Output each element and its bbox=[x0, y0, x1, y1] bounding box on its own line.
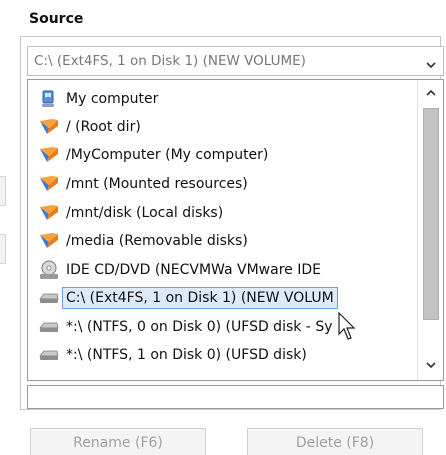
left-edge-control-1[interactable] bbox=[0, 176, 6, 206]
list-item-label: *:\ (NTFS, 1 on Disk 0) (UFSD disk) bbox=[66, 347, 307, 363]
cd-drive-icon bbox=[38, 259, 60, 281]
path-status-box bbox=[27, 385, 444, 409]
source-title: Source bbox=[29, 11, 84, 27]
dialog-root: Source C:\ (Ext4FS, 1 on Disk 1) (NEW VO… bbox=[0, 0, 446, 455]
source-combo-value: C:\ (Ext4FS, 1 on Disk 1) (NEW VOLUME) bbox=[34, 53, 306, 69]
list-item-ntfs-0[interactable]: *:\ (NTFS, 0 on Disk 0) (UFSD disk - Sy bbox=[38, 314, 333, 340]
list-scrollbar[interactable] bbox=[417, 80, 443, 380]
list-item-label: *:\ (NTFS, 0 on Disk 0) (UFSD disk - Sy bbox=[66, 319, 333, 335]
list-item-label: /mnt/disk (Local disks) bbox=[66, 205, 224, 221]
computer-icon bbox=[38, 88, 60, 110]
left-edge-control-2[interactable] bbox=[0, 234, 6, 264]
hard-drive-icon bbox=[38, 316, 60, 338]
list-item-c-drive[interactable]: C:\ (Ext4FS, 1 on Disk 1) (NEW VOLUM bbox=[38, 285, 338, 311]
list-item-label: /mnt (Mounted resources) bbox=[66, 176, 248, 192]
folder-linux-icon bbox=[38, 144, 60, 166]
list-item-label: My computer bbox=[66, 91, 159, 107]
hard-drive-icon bbox=[38, 287, 60, 309]
hard-drive-icon bbox=[38, 344, 60, 366]
folder-linux-icon bbox=[38, 173, 60, 195]
list-item-label: / (Root dir) bbox=[66, 119, 141, 135]
list-item-root-dir[interactable]: / (Root dir) bbox=[38, 114, 141, 140]
list-item-label: IDE CD/DVD (NECVMWa VMware IDE bbox=[66, 262, 321, 278]
delete-button[interactable]: Delete (F8) bbox=[247, 428, 423, 455]
mouse-pointer-icon bbox=[338, 311, 358, 342]
chevron-down-icon[interactable] bbox=[425, 56, 437, 69]
list-item-label: /MyComputer (My computer) bbox=[66, 147, 269, 163]
folder-linux-icon bbox=[38, 116, 60, 138]
source-list-items: My computer / (Root dir) /MyComputer (My… bbox=[28, 80, 417, 380]
list-item-mycomputer-dir[interactable]: /MyComputer (My computer) bbox=[38, 142, 268, 168]
folder-linux-icon bbox=[38, 230, 60, 252]
list-item-my-computer[interactable]: My computer bbox=[38, 86, 158, 112]
list-item-label: C:\ (Ext4FS, 1 on Disk 1) (NEW VOLUM bbox=[62, 287, 338, 309]
scroll-track[interactable] bbox=[421, 106, 440, 354]
rename-button[interactable]: Rename (F6) bbox=[30, 428, 206, 455]
scroll-down-icon[interactable] bbox=[418, 354, 443, 376]
list-item-mnt-disk[interactable]: /mnt/disk (Local disks) bbox=[38, 200, 223, 226]
list-item-media[interactable]: /media (Removable disks) bbox=[38, 228, 248, 254]
scroll-up-icon[interactable] bbox=[418, 82, 443, 104]
list-item-cd-dvd[interactable]: IDE CD/DVD (NECVMWa VMware IDE bbox=[38, 257, 321, 283]
list-item-ntfs-1[interactable]: *:\ (NTFS, 1 on Disk 0) (UFSD disk) bbox=[38, 342, 307, 368]
source-combo[interactable]: C:\ (Ext4FS, 1 on Disk 1) (NEW VOLUME) bbox=[27, 46, 444, 76]
list-item-label: /media (Removable disks) bbox=[66, 233, 248, 249]
source-list[interactable]: My computer / (Root dir) /MyComputer (My… bbox=[27, 79, 444, 381]
list-item-mnt[interactable]: /mnt (Mounted resources) bbox=[38, 171, 248, 197]
folder-linux-icon bbox=[38, 202, 60, 224]
scroll-thumb[interactable] bbox=[423, 108, 439, 320]
